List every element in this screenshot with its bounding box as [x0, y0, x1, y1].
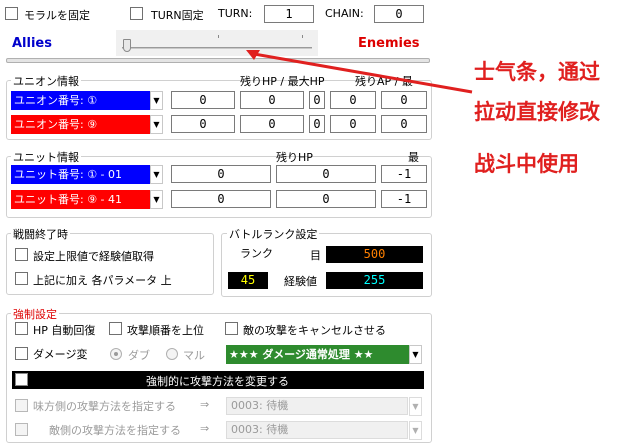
moral-lock-label: モラルを固定	[24, 9, 90, 22]
annotation-line-2: 拉动直接修改	[474, 100, 600, 124]
hp-regen-checkbox[interactable]	[15, 322, 28, 335]
morale-slider-thumb[interactable]	[123, 39, 131, 52]
unit-ally-maxhp[interactable]: 0	[276, 165, 376, 183]
force-attack-checkbox[interactable]	[15, 373, 28, 386]
ally-attack-label: 味方側の攻撃方法を指定する	[33, 400, 176, 413]
unit-max-header: 最	[408, 151, 419, 164]
chain-label: CHAIN:	[325, 7, 364, 20]
damage-radio-2[interactable]	[166, 348, 178, 360]
damage-change-checkbox[interactable]	[15, 347, 28, 360]
rank-label: ランク	[240, 247, 273, 260]
allies-label: Allies	[12, 36, 52, 51]
union-enemy-v3[interactable]: 0	[309, 115, 325, 133]
force-settings-title: 強制設定	[11, 306, 59, 322]
moral-lock-checkbox[interactable]	[5, 7, 18, 20]
annotation-line-1: 士气条，通过	[474, 60, 600, 84]
rank-value-box[interactable]: 45	[228, 272, 268, 289]
annotation-line-3: 战斗中使用	[474, 152, 579, 176]
enemy-attack-label: 敵側の攻撃方法を指定する	[49, 424, 181, 437]
turn-input[interactable]: 1	[264, 5, 314, 23]
enemy-attack-checkbox[interactable]	[15, 423, 28, 436]
arrow-right-icon: ⇒	[200, 398, 210, 411]
chevron-down-icon[interactable]: ▼	[150, 115, 163, 134]
chevron-down-icon[interactable]: ▼	[150, 91, 163, 110]
unit-select-ally[interactable]: ユニット番号: ① - 01	[11, 165, 150, 184]
chevron-down-icon[interactable]: ▼	[409, 397, 422, 416]
force-attack-label: 強制的に攻撃方法を変更する	[146, 375, 289, 388]
unit-info-title: ユニット情報	[11, 149, 81, 165]
turn-label: TURN:	[218, 7, 253, 20]
union-enemy-hp[interactable]: 0	[171, 115, 235, 133]
param-up-label: 上記に加え 各パラメータ 上	[33, 274, 172, 287]
damage-radio-1-label: ダブ	[128, 349, 150, 362]
attack-first-checkbox[interactable]	[109, 322, 122, 335]
battle-end-title: 戦闘終了時	[11, 226, 70, 242]
chevron-down-icon[interactable]: ▼	[409, 345, 422, 364]
union-enemy-ap[interactable]: 0	[330, 115, 376, 133]
unit-select-enemy[interactable]: ユニット番号: ⑨ - 41	[11, 190, 150, 209]
unit-enemy-hp[interactable]: 0	[171, 190, 271, 208]
turn-lock-label: TURN固定	[151, 9, 204, 22]
damage-mode-select[interactable]: ★★★ ダメージ通常処理 ★★	[226, 345, 409, 364]
unit-hp-header: 残りHP	[276, 151, 313, 164]
hp-regen-label: HP 自動回復	[33, 324, 96, 337]
union-ally-hp[interactable]: 0	[171, 91, 235, 109]
chevron-down-icon[interactable]: ▼	[150, 165, 163, 184]
union-enemy-maxhp[interactable]: 0	[240, 115, 304, 133]
target-value-box[interactable]: 500	[326, 246, 423, 263]
union-enemy-maxap[interactable]: 0	[381, 115, 427, 133]
attack-first-label: 攻撃順番を上位	[127, 324, 204, 337]
unit-ally-v3[interactable]: -1	[381, 165, 427, 183]
chain-input[interactable]: 0	[374, 5, 424, 23]
unit-enemy-v3[interactable]: -1	[381, 190, 427, 208]
battle-rank-title: バトルランク設定	[227, 226, 320, 242]
exp-cap-checkbox[interactable]	[15, 248, 28, 261]
target-label: 目	[310, 249, 321, 262]
param-up-checkbox[interactable]	[15, 272, 28, 285]
exp-value-box[interactable]: 255	[326, 272, 423, 289]
ally-attack-select[interactable]: 0003: 待機	[226, 397, 408, 415]
union-info-title: ユニオン情報	[11, 73, 81, 89]
enemy-attack-select[interactable]: 0003: 待機	[226, 421, 408, 439]
ally-attack-checkbox[interactable]	[15, 399, 28, 412]
slider-tick	[218, 35, 219, 38]
chevron-down-icon[interactable]: ▼	[150, 190, 163, 209]
cancel-enemy-label: 敵の攻撃をキャンセルさせる	[243, 324, 386, 337]
unit-ally-hp[interactable]: 0	[171, 165, 271, 183]
damage-change-label: ダメージ変	[33, 348, 88, 361]
chevron-down-icon[interactable]: ▼	[409, 421, 422, 440]
damage-radio-1[interactable]	[110, 348, 122, 360]
cancel-enemy-checkbox[interactable]	[225, 322, 238, 335]
exp-label: 経験値	[284, 275, 317, 288]
turn-lock-checkbox[interactable]	[130, 7, 143, 20]
unit-enemy-maxhp[interactable]: 0	[276, 190, 376, 208]
slider-tick	[302, 35, 303, 38]
union-select-enemy[interactable]: ユニオン番号: ⑨	[11, 115, 150, 134]
annotation-arrow	[246, 50, 473, 94]
force-attack-bar[interactable]: 強制的に攻撃方法を変更する	[12, 371, 424, 389]
union-select-ally[interactable]: ユニオン番号: ①	[11, 91, 150, 110]
damage-radio-2-label: マル	[183, 349, 205, 362]
arrow-right-icon: ⇒	[200, 422, 210, 435]
exp-cap-label: 設定上限値で経験値取得	[33, 250, 154, 263]
